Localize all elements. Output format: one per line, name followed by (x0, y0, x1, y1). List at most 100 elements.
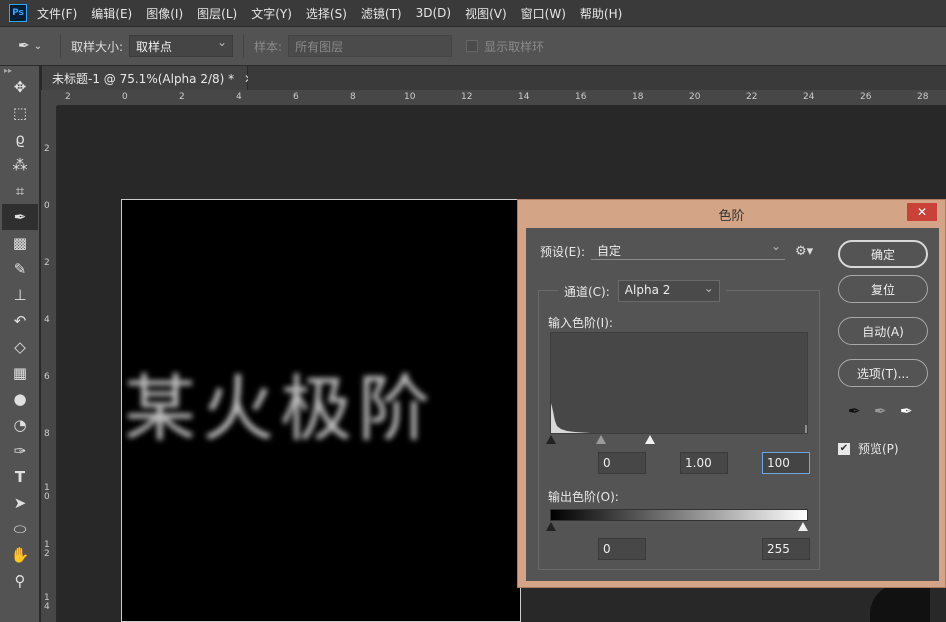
type-tool-icon[interactable]: T (2, 464, 38, 490)
blur-tool-icon[interactable]: ● (2, 386, 38, 412)
gradient-tool-icon[interactable]: ▦ (2, 360, 38, 386)
menu-view[interactable]: 视图(V) (465, 5, 507, 22)
ruler-corner (41, 90, 57, 106)
output-white-field[interactable]: 255 (762, 538, 810, 560)
output-black-field[interactable]: 0 (598, 538, 646, 560)
photoshop-logo-icon: Ps (9, 4, 27, 22)
menu-filter[interactable]: 滤镜(T) (361, 5, 402, 22)
output-black-slider[interactable] (546, 522, 556, 531)
menu-edit[interactable]: 编辑(E) (91, 5, 132, 22)
menu-window[interactable]: 窗口(W) (521, 5, 566, 22)
move-tool-icon[interactable]: ✥ (2, 74, 38, 100)
menu-type[interactable]: 文字(Y) (251, 5, 292, 22)
input-black-field[interactable]: 0 (598, 452, 646, 474)
path-selection-tool-icon[interactable]: ➤ (2, 490, 38, 516)
tool-preset-picker[interactable]: ✒ ⌄ (18, 38, 50, 54)
ruler-label: 26 (860, 92, 872, 102)
options-button[interactable]: 选项(T)... (838, 359, 928, 387)
input-white-field[interactable]: 100 (762, 452, 810, 474)
ruler-label: 1 0 (44, 483, 50, 502)
reset-button[interactable]: 复位 (838, 275, 928, 303)
menu-help[interactable]: 帮助(H) (580, 5, 622, 22)
output-levels-label: 输出色阶(O): (548, 490, 619, 504)
input-levels-label: 输入色阶(I): (548, 316, 613, 330)
eyedropper-tool-icon[interactable]: ✒ (2, 204, 38, 230)
dialog-title-bar[interactable]: 色阶 ✕ (518, 200, 945, 228)
menu-select[interactable]: 选择(S) (306, 5, 347, 22)
ruler-label: 0 (44, 201, 50, 211)
sample-select[interactable]: 所有图层 (288, 35, 453, 57)
ruler-vertical[interactable]: 2 0 2 4 6 8 1 0 1 2 1 4 (41, 106, 57, 622)
auto-button[interactable]: 自动(A) (838, 317, 928, 345)
chevron-down-icon: ⌄ (33, 40, 43, 52)
history-brush-tool-icon[interactable]: ↶ (2, 308, 38, 334)
dodge-tool-icon[interactable]: ◔ (2, 412, 38, 438)
input-gamma-field[interactable]: 1.00 (680, 452, 728, 474)
tab-strip (248, 66, 946, 90)
ruler-label: 2 (44, 144, 50, 154)
document-tab[interactable]: 未标题-1 @ 75.1%(Alpha 2/8) * ✕ (42, 66, 254, 90)
output-gradient (550, 509, 808, 521)
preset-select[interactable]: 自定 (591, 239, 785, 260)
menu-image[interactable]: 图像(I) (146, 5, 183, 22)
ruler-label: 24 (803, 92, 815, 102)
gray-point-eyedropper-icon[interactable]: ✒ (874, 402, 887, 420)
ruler-horizontal[interactable]: 2 0 2 4 6 8 10 12 14 16 18 20 22 24 26 2… (57, 90, 946, 106)
menu-layer[interactable]: 图层(L) (197, 5, 237, 22)
menu-file[interactable]: 文件(F) (37, 5, 77, 22)
ruler-label: 6 (44, 372, 50, 382)
white-point-eyedropper-icon[interactable]: ✒ (900, 402, 913, 420)
canvas-blurred-text: 某火极阶 (124, 367, 437, 451)
show-sampling-ring-checkbox[interactable] (466, 40, 479, 52)
crop-tool-icon[interactable]: ⌗ (2, 178, 38, 204)
ruler-label: 1 2 (44, 540, 50, 559)
input-white-slider[interactable] (645, 435, 655, 444)
clone-stamp-tool-icon[interactable]: ⊥ (2, 282, 38, 308)
panel-grip-icon[interactable]: ▸▸ (0, 66, 39, 75)
healing-brush-tool-icon[interactable]: ▩ (2, 230, 38, 256)
input-black-slider[interactable] (546, 435, 556, 444)
levels-dialog: 色阶 ✕ 预设(E): 自定 ⚙▾ 通道(C): Alpha 2 输入色阶(I)… (517, 199, 946, 588)
marquee-tool-icon[interactable]: ⬚ (2, 100, 38, 126)
ruler-label: 8 (350, 92, 356, 102)
dialog-title: 色阶 (718, 208, 745, 224)
divider (60, 34, 61, 58)
lasso-tool-icon[interactable]: ϱ (2, 126, 38, 152)
brush-tool-icon[interactable]: ✎ (2, 256, 38, 282)
tools-panel: ▸▸ ✥ ⬚ ϱ ⁂ ⌗ ✒ ▩ ✎ ⊥ ↶ ◇ ▦ ● ◔ ✑ T ➤ ⬭ ✋… (0, 66, 40, 622)
menu-3d[interactable]: 3D(D) (416, 6, 451, 20)
ruler-label: 28 (917, 92, 929, 102)
divider (243, 34, 245, 58)
channel-select[interactable]: Alpha 2 (617, 280, 720, 302)
show-sampling-ring-label: 显示取样环 (484, 39, 545, 54)
ruler-label: 2 (44, 258, 50, 268)
ok-button[interactable]: 确定 (838, 240, 928, 268)
preview-checkbox[interactable]: ✔ (838, 442, 850, 455)
document-canvas[interactable]: 某火极阶 (121, 199, 521, 622)
hand-tool-icon[interactable]: ✋ (2, 542, 38, 568)
pen-tool-icon[interactable]: ✑ (2, 438, 38, 464)
sample-label: 样本: (254, 39, 283, 54)
ruler-label: 2 (179, 92, 185, 102)
magic-wand-tool-icon[interactable]: ⁂ (2, 152, 38, 178)
eraser-tool-icon[interactable]: ◇ (2, 334, 38, 360)
black-point-eyedropper-icon[interactable]: ✒ (848, 402, 861, 420)
sample-size-select[interactable]: 取样点 (129, 35, 234, 57)
document-tab-title: 未标题-1 @ 75.1%(Alpha 2/8) * (52, 72, 235, 86)
histogram-graph (551, 403, 807, 433)
ellipse-tool-icon[interactable]: ⬭ (2, 516, 38, 542)
ruler-label: 4 (44, 315, 50, 325)
ruler-label: 8 (44, 429, 50, 439)
gear-icon[interactable]: ⚙▾ (795, 244, 813, 259)
preset-label: 预设(E): (540, 244, 585, 259)
preview-label: 预览(P) (858, 442, 899, 456)
ruler-label: 6 (293, 92, 299, 102)
eyedropper-icon: ✒ (18, 38, 30, 54)
sample-size-label: 取样大小: (71, 39, 124, 54)
close-icon[interactable]: ✕ (907, 203, 937, 221)
zoom-tool-icon[interactable]: ⚲ (2, 568, 38, 594)
output-white-slider[interactable] (798, 522, 808, 531)
input-gamma-slider[interactable] (596, 435, 606, 444)
ruler-label: 18 (632, 92, 644, 102)
dialog-body: 预设(E): 自定 ⚙▾ 通道(C): Alpha 2 输入色阶(I): 0 1… (526, 228, 939, 581)
